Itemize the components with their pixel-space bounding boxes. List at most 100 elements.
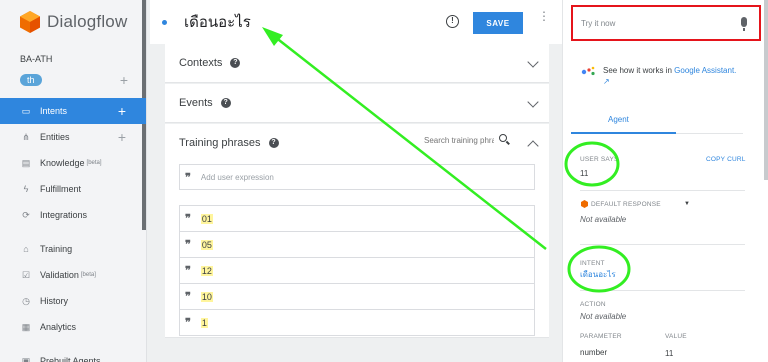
- google-assistant-link[interactable]: Google Assistant.: [674, 66, 736, 75]
- book-icon: ▤: [21, 157, 31, 168]
- help-icon[interactable]: ?: [230, 58, 241, 68]
- language-badge[interactable]: th: [20, 74, 42, 86]
- console-tabs: Agent: [571, 108, 743, 134]
- training-phrase-row[interactable]: ❞ 1: [180, 310, 534, 336]
- tab-agent[interactable]: Agent: [608, 115, 629, 124]
- beta-badge: [beta]: [80, 272, 96, 278]
- add-icon[interactable]: +: [118, 103, 126, 119]
- microphone-icon[interactable]: [741, 17, 747, 31]
- sidebar-item-fulfillment[interactable]: ϟ Fulfillment: [0, 176, 146, 202]
- quote-icon: ❞: [185, 290, 191, 303]
- sidebar-item-intents[interactable]: ▭ Intents +: [0, 98, 146, 124]
- sitemap-icon: ⋔: [22, 131, 30, 142]
- help-icon[interactable]: ?: [220, 98, 231, 108]
- language-row: th +: [0, 72, 146, 88]
- quote-icon: ❞: [185, 316, 191, 329]
- ga-text: See how it works in: [603, 66, 675, 75]
- contexts-heading: Contexts: [179, 57, 223, 69]
- sidebar-item-label: Knowledge: [40, 158, 85, 168]
- sidebar-item-analytics[interactable]: ▦ Analytics: [0, 314, 146, 340]
- clock-icon: ◷: [22, 295, 30, 306]
- add-user-expression-input[interactable]: ❞ Add user expression: [179, 164, 535, 190]
- save-button[interactable]: SAVE: [473, 12, 523, 34]
- intent-title[interactable]: เดือนอะไร: [184, 10, 251, 34]
- training-phrase-text: 05: [200, 239, 213, 250]
- sidebar-item-label: Validation: [40, 270, 79, 280]
- google-assistant-icon: [581, 66, 595, 76]
- training-phrases-section: Training phrases ? ❞ Add user expression…: [165, 124, 549, 338]
- sidebar-item-knowledge[interactable]: ▤ Knowledge [beta]: [0, 150, 146, 176]
- action-label: ACTION: [580, 301, 606, 308]
- more-options-icon[interactable]: ⋮: [538, 10, 550, 22]
- divider: [580, 190, 745, 191]
- intent-label: INTENT: [580, 260, 605, 267]
- default-response-label: DEFAULT RESPONSE: [591, 201, 661, 208]
- add-language-icon[interactable]: +: [120, 73, 128, 87]
- brand[interactable]: Dialogflow: [0, 0, 146, 44]
- training-phrase-list: ❞ 01 ❞ 05 ❞ 12 ❞ 10 ❞ 1: [179, 205, 535, 336]
- default-response-value: Not available: [580, 215, 627, 224]
- quote-icon: ❞: [185, 264, 191, 277]
- parameter-name: number: [580, 348, 608, 357]
- agent-selector[interactable]: BA-ATH ▼ ⚙: [0, 0, 768, 362]
- active-tab-indicator: [571, 132, 676, 134]
- sidebar-item-entities[interactable]: ⋔ Entities +: [0, 124, 146, 150]
- sidebar-item-label: Fulfillment: [40, 184, 82, 194]
- fulfillment-bolt-icon: [581, 200, 588, 208]
- training-phrase-row[interactable]: ❞ 05: [180, 232, 534, 258]
- console-scrollbar[interactable]: [764, 0, 768, 180]
- add-icon[interactable]: +: [118, 129, 126, 145]
- parameter-column-header: PARAMETER: [580, 333, 622, 340]
- training-phrase-row[interactable]: ❞ 12: [180, 258, 534, 284]
- search-icon[interactable]: [499, 134, 507, 142]
- training-phrase-text: 1: [200, 317, 208, 328]
- check-square-icon: ☑: [21, 269, 31, 280]
- sidebar-item-label: Prebuilt Agents: [40, 356, 101, 362]
- sidebar-item-history[interactable]: ◷ History: [0, 288, 146, 314]
- try-it-now-input[interactable]: Try it now: [571, 5, 761, 41]
- quote-icon: ❞: [185, 238, 191, 251]
- chevron-down-icon[interactable]: [527, 96, 539, 108]
- copy-curl-link[interactable]: COPY CURL: [706, 156, 746, 163]
- nav-gap: [0, 340, 146, 348]
- external-link-icon[interactable]: ↗: [603, 77, 610, 86]
- graduation-cap-icon: ⌂: [23, 244, 29, 254]
- info-icon[interactable]: !: [446, 15, 459, 28]
- chevron-up-icon[interactable]: [527, 140, 539, 152]
- google-assistant-promo: See how it works in Google Assistant. ↗: [581, 65, 756, 87]
- sidebar-item-training[interactable]: ⌂ Training: [0, 236, 146, 262]
- sidebar-item-label: Integrations: [40, 210, 88, 220]
- action-value: Not available: [580, 312, 627, 321]
- dialogflow-logo-icon: [20, 11, 40, 33]
- user-says-value: 11: [580, 169, 589, 178]
- sidebar-item-label: Entities: [40, 132, 70, 142]
- value-column-header: VALUE: [665, 333, 687, 340]
- events-heading: Events: [179, 97, 213, 109]
- priority-dot[interactable]: [162, 19, 167, 25]
- bolt-icon: ϟ: [23, 184, 29, 194]
- dropdown-arrow-icon[interactable]: ▼: [684, 201, 690, 207]
- help-icon[interactable]: ?: [268, 138, 279, 148]
- agent-name: BA-ATH: [20, 54, 53, 64]
- divider: [580, 290, 745, 291]
- training-phrase-row[interactable]: ❞ 10: [180, 284, 534, 310]
- matched-intent-link[interactable]: เดือนอะไร: [580, 268, 616, 281]
- training-phrase-text: 12: [200, 265, 213, 276]
- quote-icon: ❞: [185, 170, 191, 184]
- sidebar-item-validation[interactable]: ☑ Validation [beta]: [0, 262, 146, 288]
- sidebar-item-prebuilt-agents[interactable]: ▣ Prebuilt Agents: [0, 348, 146, 362]
- sidebar-item-label: Analytics: [40, 322, 77, 332]
- training-phrase-row[interactable]: ❞ 01: [180, 206, 534, 232]
- intent-editor: เดือนอะไร ! SAVE ⋮ Contexts ? Events ? T…: [150, 0, 562, 362]
- contexts-section[interactable]: Contexts ?: [165, 44, 549, 83]
- intent-header: เดือนอะไร ! SAVE ⋮: [150, 0, 562, 44]
- try-it-now-placeholder: Try it now: [581, 18, 616, 28]
- training-phrase-text: 01: [200, 213, 213, 224]
- user-says-label: USER SAYS: [580, 156, 619, 163]
- sidebar-item-integrations[interactable]: ⟳ Integrations: [0, 202, 146, 228]
- sidebar: Dialogflow BA-ATH ▼ ⚙ th + ▭ Intents + ⋔ Ent…: [0, 0, 768, 362]
- events-section[interactable]: Events ?: [165, 84, 549, 123]
- training-phrase-search-input[interactable]: [424, 136, 494, 145]
- sidebar-nav: ▭ Intents + ⋔ Entities + ▤ Knowledge [beta] ϟ Fulf…: [0, 98, 146, 362]
- chevron-down-icon[interactable]: [527, 56, 539, 68]
